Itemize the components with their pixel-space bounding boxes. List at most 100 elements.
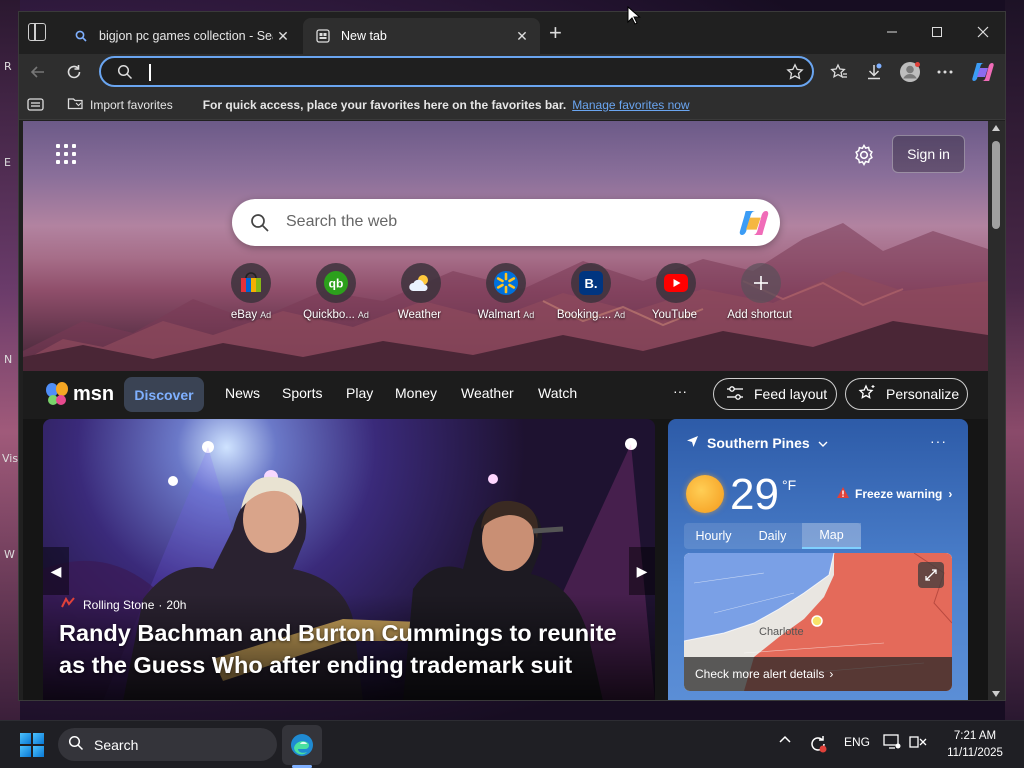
weather-more-menu[interactable]: ··· bbox=[930, 433, 947, 449]
copilot-icon[interactable] bbox=[971, 60, 995, 84]
scroll-down-arrow-icon[interactable] bbox=[992, 691, 1000, 697]
copilot-icon[interactable] bbox=[738, 208, 770, 243]
new-tab-button[interactable]: + bbox=[549, 22, 562, 44]
shortcut-add[interactable]: Add shortcut bbox=[721, 263, 801, 321]
msn-logo-text: msn bbox=[73, 382, 115, 405]
tab-watch[interactable]: Watch bbox=[538, 385, 577, 401]
personalize-button[interactable]: Personalize bbox=[845, 378, 968, 410]
edge-taskbar-icon[interactable] bbox=[282, 725, 322, 765]
web-search-box[interactable] bbox=[232, 199, 780, 246]
back-arrow-icon[interactable] bbox=[26, 60, 50, 84]
shortcut-quickbooks[interactable]: qb Quickbo... Ad bbox=[296, 263, 376, 321]
search-icon bbox=[250, 213, 270, 238]
carousel-next-button[interactable]: ▶ bbox=[629, 547, 655, 595]
mountain-landscape-image bbox=[23, 223, 988, 371]
refresh-icon[interactable] bbox=[62, 60, 86, 84]
network-muted-icon[interactable] bbox=[909, 734, 927, 753]
shortcut-walmart[interactable]: Walmart Ad bbox=[466, 263, 546, 321]
profile-avatar-icon[interactable] bbox=[898, 60, 922, 84]
rolling-stone-icon bbox=[61, 596, 75, 612]
page-scrollbar[interactable] bbox=[988, 121, 1005, 700]
tab-title: bigjon pc games collection - Sear bbox=[99, 29, 273, 43]
shortcut-label: Walmart bbox=[477, 309, 521, 321]
youtube-icon bbox=[656, 263, 696, 303]
more-menu-icon[interactable] bbox=[933, 60, 957, 84]
freeze-warning-alert[interactable]: Freeze warning › bbox=[836, 486, 952, 502]
system-clock[interactable]: 7:21 AM 11/11/2025 bbox=[936, 728, 1014, 762]
manage-favorites-link[interactable]: Manage favorites now bbox=[572, 98, 689, 112]
close-tab-icon[interactable]: ✕ bbox=[273, 28, 293, 45]
msn-logo[interactable]: msn bbox=[45, 381, 114, 407]
minimize-button[interactable] bbox=[877, 20, 907, 44]
tab-actions-icon[interactable] bbox=[28, 23, 46, 41]
desktop-icon-label[interactable]: E bbox=[4, 156, 11, 169]
msn-butterfly-icon bbox=[46, 382, 68, 405]
settings-gear-icon[interactable] bbox=[852, 143, 876, 167]
weather-card[interactable]: Southern Pines ··· 29 °F Freeze warning … bbox=[668, 419, 968, 700]
import-favorites-label: Import favorites bbox=[90, 97, 173, 112]
expand-icon[interactable] bbox=[918, 562, 944, 588]
sunny-icon bbox=[686, 475, 724, 513]
scroll-up-arrow-icon[interactable] bbox=[992, 125, 1000, 131]
chevron-right-icon: › bbox=[948, 487, 953, 501]
import-favorites-button[interactable]: Import favorites bbox=[67, 96, 173, 113]
folder-icon bbox=[67, 96, 84, 113]
desktop-icon-label[interactable]: N bbox=[4, 353, 12, 366]
apps-launcher-icon[interactable] bbox=[56, 144, 76, 164]
tab-new-tab[interactable]: New tab ✕ bbox=[303, 18, 540, 54]
carousel-prev-button[interactable]: ◀ bbox=[43, 547, 69, 595]
show-hidden-icons-chevron-icon[interactable] bbox=[778, 733, 792, 747]
favorites-hint: For quick access, place your favorites h… bbox=[202, 97, 567, 112]
shortcut-weather[interactable]: Weather bbox=[381, 263, 461, 321]
tab-sports[interactable]: Sports bbox=[282, 385, 322, 401]
web-search-input[interactable] bbox=[286, 211, 686, 233]
close-tab-icon[interactable]: ✕ bbox=[512, 28, 532, 45]
tab-play[interactable]: Play bbox=[346, 385, 373, 401]
windows-start-icon[interactable] bbox=[20, 733, 44, 757]
weather-tab-hourly[interactable]: Hourly bbox=[684, 523, 743, 549]
tab-weather[interactable]: Weather bbox=[461, 385, 514, 401]
favorite-star-icon[interactable] bbox=[786, 63, 804, 86]
favorites-icon[interactable] bbox=[827, 60, 851, 84]
svg-text:B.: B. bbox=[585, 276, 598, 291]
scrollbar-thumb[interactable] bbox=[992, 141, 1000, 229]
maximize-button[interactable] bbox=[922, 20, 952, 44]
desktop-icon-label[interactable]: R bbox=[4, 60, 12, 73]
shortcut-label: Add shortcut bbox=[727, 309, 792, 321]
shortcut-booking[interactable]: B. Booking.... Ad bbox=[551, 263, 631, 321]
chevron-down-icon bbox=[818, 435, 828, 451]
downloads-icon[interactable] bbox=[862, 60, 886, 84]
address-bar[interactable] bbox=[99, 56, 814, 87]
tab-money[interactable]: Money bbox=[395, 385, 437, 401]
svg-text:qb: qb bbox=[329, 277, 344, 291]
feed-layout-button[interactable]: Feed layout bbox=[713, 378, 837, 410]
tab-search-results[interactable]: bigjon pc games collection - Sear ✕ bbox=[61, 18, 301, 54]
shortcut-youtube[interactable]: YouTube bbox=[636, 263, 716, 321]
tab-news[interactable]: News bbox=[225, 385, 260, 401]
display-icon[interactable] bbox=[883, 734, 901, 753]
weather-tab-daily[interactable]: Daily bbox=[743, 523, 802, 549]
tab-discover[interactable]: Discover bbox=[124, 377, 204, 412]
browser-toolbar bbox=[19, 54, 1005, 90]
story-headline[interactable]: Randy Bachman and Burton Cummings to reu… bbox=[59, 617, 649, 681]
alert-details-link[interactable]: Check more alert details › bbox=[684, 657, 952, 691]
sign-in-button[interactable]: Sign in bbox=[892, 135, 965, 173]
desktop-icon-label[interactable]: Vis bbox=[2, 452, 18, 465]
top-story-card[interactable]: ◀ ▶ Rolling Stone · 20h Randy Bachman an… bbox=[43, 419, 655, 700]
address-input[interactable] bbox=[147, 62, 747, 82]
input-language-indicator[interactable]: ENG bbox=[844, 735, 870, 749]
desktop-icon-label[interactable]: W bbox=[4, 548, 15, 561]
taskbar-search-box[interactable]: Search bbox=[58, 728, 277, 761]
close-window-button[interactable] bbox=[968, 20, 998, 44]
desktop-right-edge bbox=[1005, 0, 1024, 720]
more-tabs-button[interactable]: ··· bbox=[673, 383, 687, 399]
clock-time: 7:21 AM bbox=[953, 730, 997, 742]
search-icon bbox=[68, 735, 84, 754]
shortcut-ebay[interactable]: eBay Ad bbox=[211, 263, 291, 321]
favorites-bar-toggle-icon[interactable] bbox=[27, 98, 44, 114]
weather-alert-map[interactable]: Charlotte Check more alert details › bbox=[684, 553, 952, 691]
tab-title: New tab bbox=[341, 29, 387, 43]
sync-update-icon[interactable] bbox=[808, 734, 828, 757]
weather-location[interactable]: Southern Pines bbox=[686, 435, 828, 451]
weather-tab-map[interactable]: Map bbox=[802, 523, 861, 549]
